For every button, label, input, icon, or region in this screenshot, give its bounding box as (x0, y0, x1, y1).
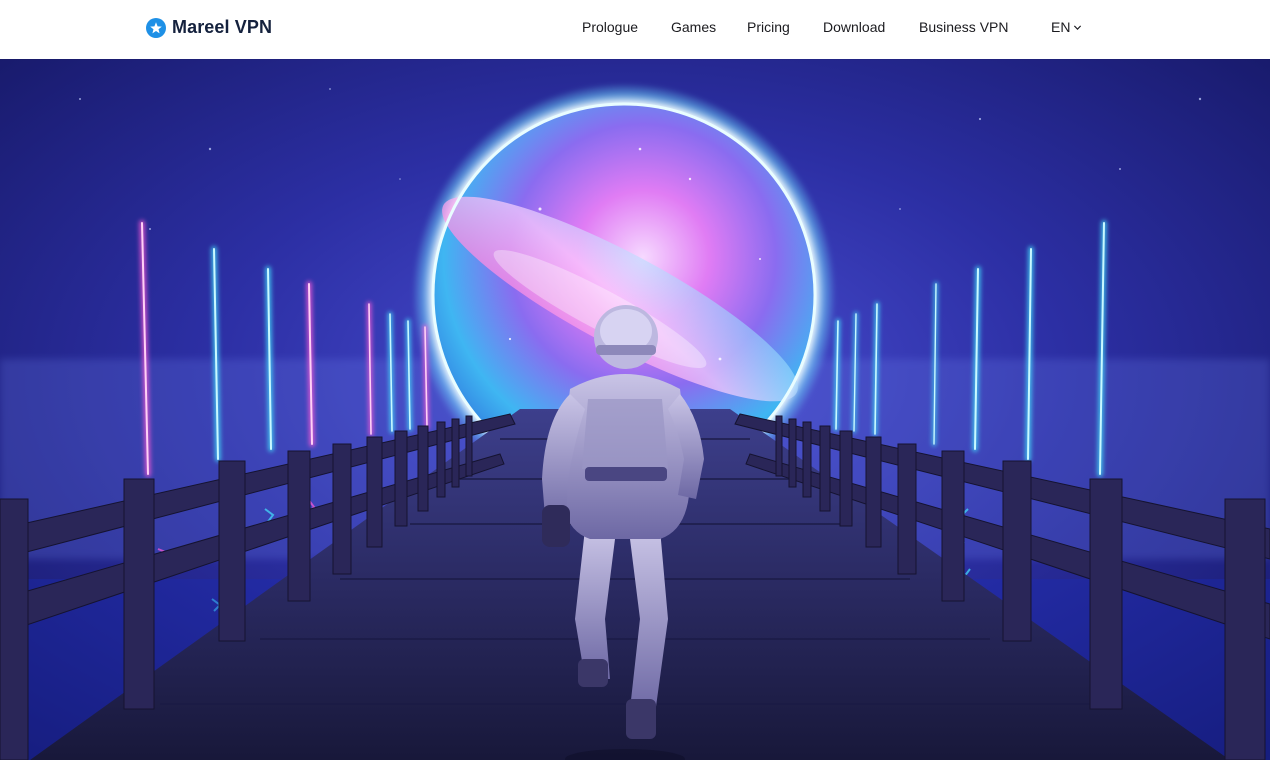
nav-item-prologue[interactable]: Prologue (582, 19, 638, 35)
chevron-down-icon (1074, 24, 1082, 30)
site-header: Mareel VPN Prologue Games Pricing Downlo… (0, 0, 1270, 59)
hero-banner (0, 59, 1270, 760)
nav-item-games[interactable]: Games (671, 19, 716, 35)
language-selector[interactable]: EN (1051, 19, 1082, 35)
nav-item-download[interactable]: Download (823, 19, 885, 35)
nav-item-pricing[interactable]: Pricing (747, 19, 790, 35)
nav-item-business-vpn[interactable]: Business VPN (919, 19, 1008, 35)
hero-illustration (0, 59, 1270, 760)
language-label: EN (1051, 19, 1071, 35)
